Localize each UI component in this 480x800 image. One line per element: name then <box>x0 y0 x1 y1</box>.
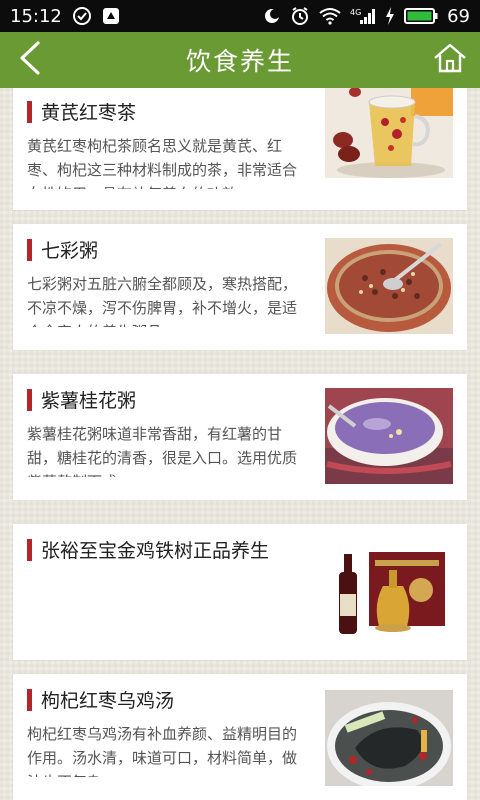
app-header: 饮食养生 <box>0 32 480 88</box>
check-circle-icon <box>72 6 92 26</box>
card-title-row: 张裕至宝金鸡铁树正品养生 <box>27 536 269 563</box>
charging-bolt-icon <box>385 7 395 25</box>
card-title-row: 枸杞红枣乌鸡汤 <box>27 686 174 713</box>
status-time: 15:12 <box>10 5 62 27</box>
article-description <box>27 572 305 627</box>
chevron-left-icon <box>18 41 42 79</box>
title-marker <box>27 100 32 123</box>
article-description: 七彩粥对五脏六腑全都顾及，寒热搭配，不凉不燥，泻不伤脾胃，补不增火，是适合全家人… <box>27 275 298 327</box>
article-card[interactable]: 七彩粥 七彩粥对五脏六腑全都顾及，寒热搭配，不凉不燥，泻不伤脾胃，补不增火，是适… <box>13 224 467 350</box>
page-title: 饮食养生 <box>185 47 294 76</box>
card-title-row: 七彩粥 <box>27 236 98 263</box>
article-card[interactable]: 紫薯桂花粥 紫薯桂花粥味道非常香甜，有红薯的甘甜，糖桂花的清香，很是入口。选用优… <box>13 374 467 500</box>
article-card[interactable]: 张裕至宝金鸡铁树正品养生 <box>13 524 467 660</box>
article-description: 枸杞红枣乌鸡汤有补血养颜、益精明目的作用。汤水清，味道可口，材料简单，做法也不复… <box>27 725 298 777</box>
article-list[interactable]: 黄芪红枣茶 黄芪红枣枸杞茶顾名思义就是黄芪、红枣、枸杞这三种材料制成的茶，非常适… <box>0 88 480 800</box>
title-marker <box>27 538 32 561</box>
article-card[interactable]: 黄芪红枣茶 黄芪红枣枸杞茶顾名思义就是黄芪、红枣、枸杞这三种材料制成的茶，非常适… <box>13 88 467 210</box>
article-title: 紫薯桂花粥 <box>41 390 137 412</box>
status-bar: 15:12 4G 69 <box>0 0 480 32</box>
article-title: 张裕至宝金鸡铁树正品养生 <box>41 540 270 562</box>
back-button[interactable] <box>12 41 48 79</box>
article-description: 紫薯桂花粥味道非常香甜，有红薯的甘甜，糖桂花的清香，很是入口。选用优质紫薯熬制而… <box>27 425 298 477</box>
card-title-row: 紫薯桂花粥 <box>27 386 136 413</box>
article-thumbnail-purple-porridge <box>325 388 453 484</box>
article-title: 黄芪红枣茶 <box>41 102 137 124</box>
notification-app-icon <box>102 7 120 25</box>
article-thumbnail-wine <box>325 546 453 642</box>
article-thumbnail-chicken-soup <box>325 690 453 786</box>
article-thumbnail-tea <box>325 88 453 178</box>
wifi-icon <box>319 7 341 25</box>
card-title-row: 黄芪红枣茶 <box>27 98 136 125</box>
alarm-clock-icon <box>290 6 310 26</box>
title-marker <box>27 238 32 261</box>
title-marker <box>27 388 32 411</box>
home-button[interactable] <box>430 42 470 78</box>
article-thumbnail-porridge <box>325 238 453 334</box>
signal-type-label: 4G <box>350 8 361 17</box>
article-title: 枸杞红枣乌鸡汤 <box>41 690 175 712</box>
cellular-signal-icon: 4G <box>350 7 376 25</box>
battery-icon <box>404 7 438 25</box>
battery-percent: 69 <box>447 5 470 27</box>
title-marker <box>27 688 32 711</box>
article-card[interactable]: 枸杞红枣乌鸡汤 枸杞红枣乌鸡汤有补血养颜、益精明目的作用。汤水清，味道可口，材料… <box>13 674 467 800</box>
home-icon <box>433 43 467 77</box>
article-description: 黄芪红枣枸杞茶顾名思义就是黄芪、红枣、枸杞这三种材料制成的茶，非常适合女性饮用，… <box>27 137 298 189</box>
do-not-disturb-icon <box>263 7 281 25</box>
article-title: 七彩粥 <box>41 240 99 262</box>
